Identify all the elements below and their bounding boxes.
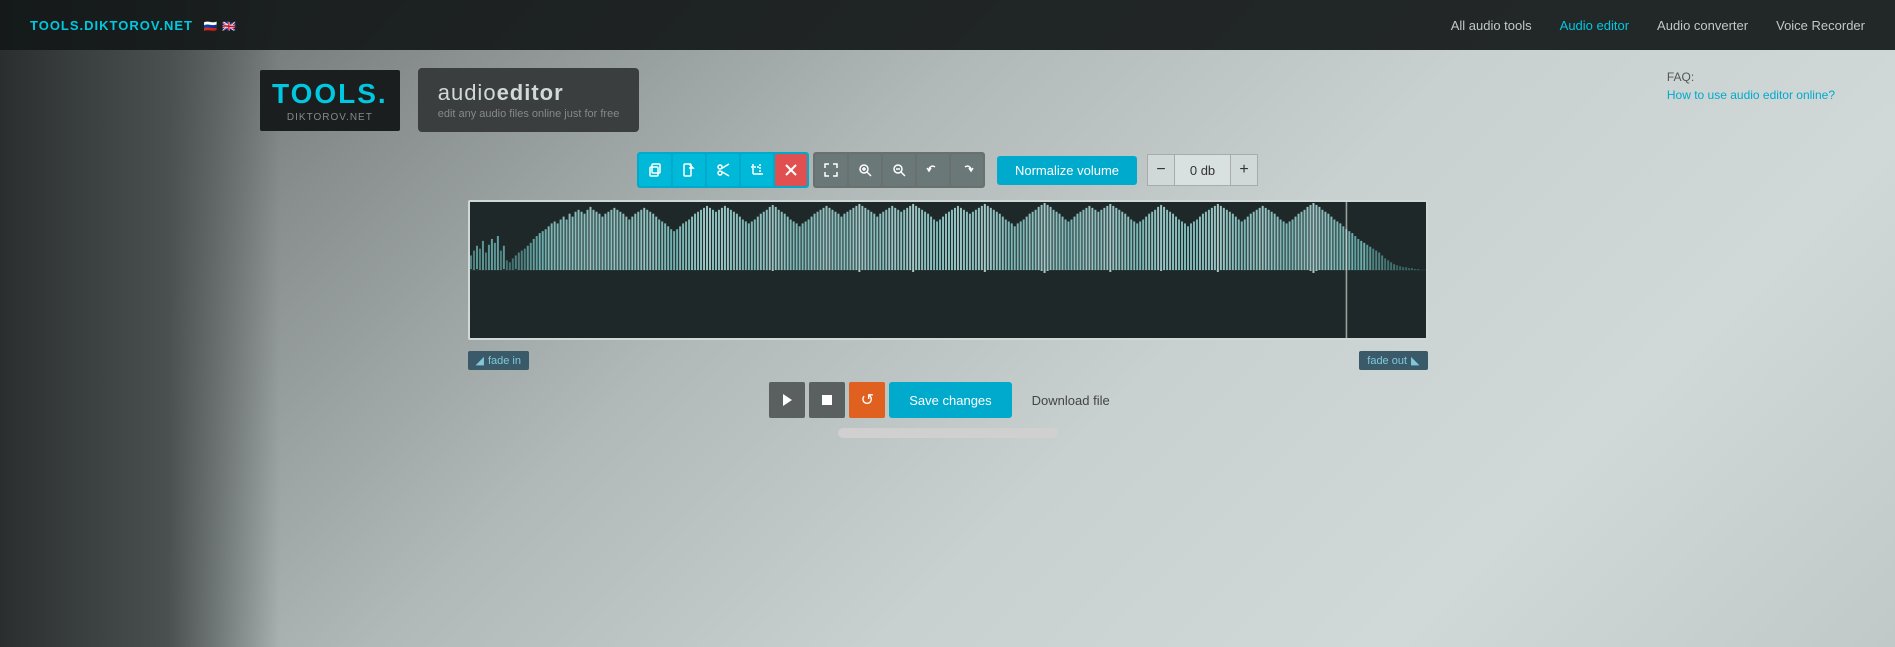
volume-display: 0 db — [1175, 154, 1230, 186]
main-content: TOOLS. DIKTOROV.NET audioeditor edit any… — [0, 50, 1895, 647]
logo-sub: DIKTOROV.NET — [272, 112, 388, 123]
navbar-links: All audio tools Audio editor Audio conve… — [1451, 18, 1865, 33]
volume-plus-button[interactable]: + — [1230, 154, 1258, 186]
zoom-in-button[interactable] — [849, 154, 881, 186]
playback-controls: ↺ Save changes Download file — [769, 382, 1125, 418]
refresh-icon: ↺ — [861, 390, 874, 410]
fade-out-text: fade out — [1367, 355, 1407, 367]
audio-editor-badge: audioeditor edit any audio files online … — [418, 68, 640, 132]
ae-title-audio: audio — [438, 80, 497, 105]
copy-button[interactable] — [639, 154, 671, 186]
fade-out-arrow: ◣ — [1411, 354, 1419, 367]
nav-audio-editor[interactable]: Audio editor — [1560, 18, 1629, 33]
ae-title: audioeditor — [438, 80, 564, 106]
fade-in-arrow: ◢ — [476, 354, 484, 367]
file-button[interactable] — [673, 154, 705, 186]
save-changes-button[interactable]: Save changes — [889, 382, 1011, 418]
logo-container: TOOLS. DIKTOROV.NET audioeditor edit any… — [260, 68, 639, 132]
expand-button[interactable] — [815, 154, 847, 186]
faq-link[interactable]: How to use audio editor online? — [1667, 88, 1835, 102]
faq-area: FAQ: How to use audio editor online? — [1667, 68, 1835, 104]
header-area: TOOLS. DIKTOROV.NET audioeditor edit any… — [0, 50, 1895, 142]
undo-button[interactable] — [917, 154, 949, 186]
faq-label: FAQ: — [1667, 70, 1694, 84]
scissors-button[interactable] — [707, 154, 739, 186]
toolbar-group-view — [813, 152, 985, 188]
ae-title-editor: editor — [497, 80, 564, 105]
ae-subtitle: edit any audio files online just for fre… — [438, 108, 620, 120]
download-file-button[interactable]: Download file — [1016, 382, 1126, 418]
play-button[interactable] — [769, 382, 805, 418]
flag-icons[interactable]: 🇷🇺 🇬🇧 — [204, 20, 237, 33]
fade-in-label[interactable]: ◢ fade in — [468, 351, 530, 370]
navbar: TOOLS.DIKTOROV.NET 🇷🇺 🇬🇧 All audio tools… — [0, 0, 1895, 50]
redo-button[interactable] — [951, 154, 983, 186]
toolbar-group-edit — [637, 152, 809, 188]
waveform-svg — [470, 202, 1426, 338]
volume-control: − 0 db + — [1147, 154, 1258, 186]
fade-out-label[interactable]: fade out ◣ — [1359, 351, 1427, 370]
toolbar: Normalize volume − 0 db + — [637, 152, 1258, 188]
zoom-out-button[interactable] — [883, 154, 915, 186]
crop-button[interactable] — [741, 154, 773, 186]
brand-name: TOOLS.DIKTOROV.NET — [30, 18, 193, 33]
waveform-container[interactable] — [468, 200, 1428, 340]
logo-box: TOOLS. DIKTOROV.NET — [260, 70, 400, 131]
delete-button[interactable] — [775, 154, 807, 186]
waveform-wrapper: ◢ fade in fade out ◣ — [468, 188, 1428, 340]
refresh-button[interactable]: ↺ — [849, 382, 885, 418]
nav-all-audio-tools[interactable]: All audio tools — [1451, 18, 1532, 33]
normalize-volume-button[interactable]: Normalize volume — [997, 156, 1137, 185]
progress-bar-container — [838, 428, 1058, 438]
stop-button[interactable] — [809, 382, 845, 418]
fade-in-text: fade in — [488, 355, 521, 367]
nav-voice-recorder[interactable]: Voice Recorder — [1776, 18, 1865, 33]
navbar-brand[interactable]: TOOLS.DIKTOROV.NET 🇷🇺 🇬🇧 — [30, 18, 237, 33]
logo-text: TOOLS. — [272, 78, 388, 110]
nav-audio-converter[interactable]: Audio converter — [1657, 18, 1748, 33]
volume-minus-button[interactable]: − — [1147, 154, 1175, 186]
